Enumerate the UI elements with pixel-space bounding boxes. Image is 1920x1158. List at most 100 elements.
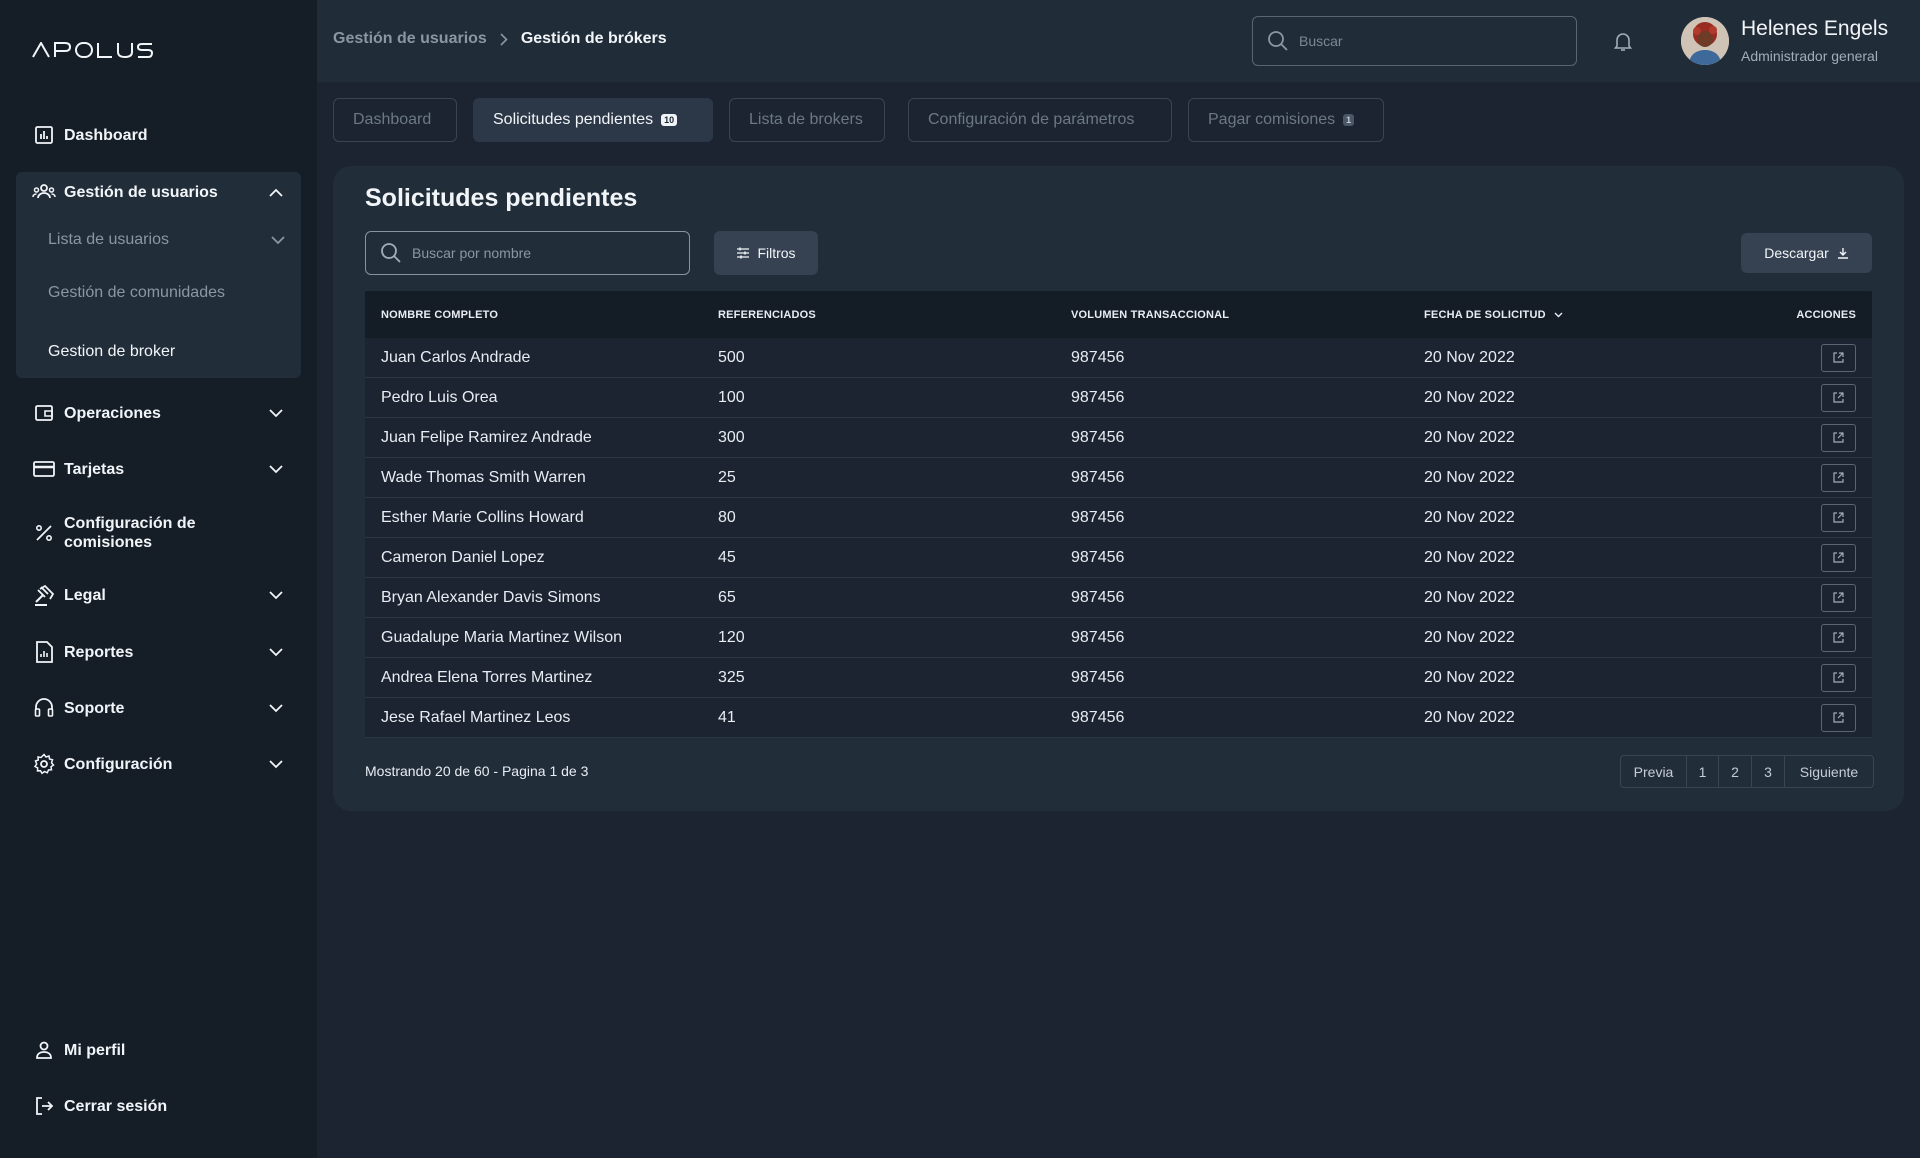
cell-date: 20 Nov 2022 — [1424, 588, 1515, 606]
cell-actions — [1777, 663, 1872, 692]
requests-table: NOMBRE COMPLETO REFERENCIADOS VOLUMEN TR… — [365, 291, 1872, 738]
open-detail-button[interactable] — [1821, 663, 1856, 692]
open-detail-button[interactable] — [1821, 583, 1856, 612]
cell-actions — [1777, 623, 1872, 652]
cell-volume: 987456 — [1071, 468, 1125, 486]
sidebar-item-user-management[interactable]: Gestión de usuarios — [16, 170, 301, 214]
cell-actions — [1777, 343, 1872, 372]
breadcrumb-parent[interactable]: Gestión de usuarios — [333, 30, 487, 48]
cell-referred: 500 — [718, 348, 745, 366]
chevron-down-icon — [267, 404, 285, 422]
table-row: Cameron Daniel Lopez 45 987456 20 Nov 2022 — [365, 538, 1872, 578]
sidebar-subitem-communities[interactable]: Gestión de comunidades — [48, 281, 225, 305]
table-header: NOMBRE COMPLETO REFERENCIADOS VOLUMEN TR… — [365, 291, 1872, 338]
sidebar-item-cards[interactable]: Tarjetas — [16, 447, 301, 491]
report-icon — [32, 640, 56, 664]
wallet-icon — [32, 401, 56, 425]
table-row: Wade Thomas Smith Warren 25 987456 20 Nov 2… — [365, 458, 1872, 498]
avatar[interactable] — [1681, 17, 1729, 65]
sidebar-item-operations[interactable]: Operaciones — [16, 391, 301, 435]
tab-broker-list[interactable]: Lista de brokers — [729, 98, 885, 142]
tab-pay-commissions[interactable]: Pagar comisiones 1 — [1188, 98, 1384, 142]
cell-referred: 25 — [718, 468, 736, 486]
apolus-logo[interactable] — [32, 42, 154, 62]
search-icon — [1267, 30, 1289, 52]
global-search[interactable] — [1252, 16, 1577, 66]
chevron-down-icon — [267, 699, 285, 717]
sidebar-subitem-label: Lista de usuarios — [48, 231, 169, 248]
sidebar-item-label: Reportes — [64, 643, 134, 661]
tab-label: Configuración de parámetros — [928, 111, 1135, 128]
table-row: Bryan Alexander Davis Simons 65 987456 20 N… — [365, 578, 1872, 618]
pagination-page-2[interactable]: 2 — [1719, 756, 1752, 787]
sidebar-subitem-user-list[interactable]: Lista de usuarios — [48, 228, 285, 252]
cell-name: Juan Felipe Ramirez Andrade — [381, 428, 592, 446]
open-detail-button[interactable] — [1821, 423, 1856, 452]
sidebar-item-settings[interactable]: Configuración — [16, 742, 301, 786]
pagination-prev[interactable]: Previa — [1621, 756, 1687, 787]
cell-date: 20 Nov 2022 — [1424, 668, 1515, 686]
tab-dashboard[interactable]: Dashboard — [333, 98, 457, 142]
sidebar-item-label: Legal — [64, 586, 106, 604]
pagination-next[interactable]: Siguiente — [1785, 756, 1873, 787]
cell-date: 20 Nov 2022 — [1424, 548, 1515, 566]
external-link-icon — [1833, 432, 1844, 443]
name-search-input[interactable] — [412, 245, 682, 261]
filters-button[interactable]: Filtros — [714, 231, 818, 275]
column-header-date-label: FECHA DE SOLICITUD — [1424, 308, 1546, 321]
tab-label: Solicitudes pendientes — [493, 111, 654, 128]
cell-volume: 987456 — [1071, 348, 1125, 366]
open-detail-button[interactable] — [1821, 503, 1856, 532]
cell-referred: 300 — [718, 428, 745, 446]
open-detail-button[interactable] — [1821, 703, 1856, 732]
cell-name: Juan Carlos Andrade — [381, 348, 531, 366]
sidebar-item-legal[interactable]: Legal — [16, 573, 301, 617]
sidebar-item-profile[interactable]: Mi perfil — [16, 1028, 301, 1072]
sidebar-item-support[interactable]: Soporte — [16, 686, 301, 730]
external-link-icon — [1833, 512, 1844, 523]
cell-referred: 45 — [718, 548, 736, 566]
cell-referred: 325 — [718, 668, 745, 686]
open-detail-button[interactable] — [1821, 543, 1856, 572]
open-detail-button[interactable] — [1821, 463, 1856, 492]
user-name: Helenes Engels — [1741, 17, 1889, 40]
cell-volume: 987456 — [1071, 548, 1125, 566]
cell-name: Jese Rafael Martinez Leos — [381, 708, 571, 726]
panel-title: Solicitudes pendientes — [365, 184, 638, 212]
column-header-date[interactable]: FECHA DE SOLICITUD — [1424, 309, 1777, 321]
chevron-up-icon — [267, 183, 285, 201]
sidebar-item-commission-config[interactable]: Configuración de comisiones — [16, 511, 301, 555]
percent-icon — [32, 521, 56, 545]
cell-volume: 987456 — [1071, 428, 1125, 446]
sidebar-subitem-broker[interactable]: Gestion de broker — [48, 340, 175, 364]
sidebar-item-reports[interactable]: Reportes — [16, 630, 301, 674]
table-row: Juan Felipe Ramirez Andrade 300 987456 20 N… — [365, 418, 1872, 458]
tab-parameter-config[interactable]: Configuración de parámetros — [908, 98, 1172, 142]
open-detail-button[interactable] — [1821, 383, 1856, 412]
sidebar-item-label: Configuración de comisiones — [64, 514, 285, 552]
tab-pending-requests[interactable]: Solicitudes pendientes 10 — [473, 98, 713, 142]
open-detail-button[interactable] — [1821, 343, 1856, 372]
sidebar-item-label: Tarjetas — [64, 460, 125, 478]
pagination-page-3[interactable]: 3 — [1752, 756, 1785, 787]
chevron-down-icon — [267, 755, 285, 773]
open-detail-button[interactable] — [1821, 623, 1856, 652]
pagination-page-1[interactable]: 1 — [1687, 756, 1719, 787]
top-header: Gestión de usuarios Gestión de brókers H… — [317, 0, 1920, 82]
download-button[interactable]: Descargar — [1741, 233, 1872, 273]
cell-name: Bryan Alexander Davis Simons — [381, 588, 601, 606]
pagination: Previa 1 2 3 Siguiente — [1620, 755, 1874, 788]
cell-name: Esther Marie Collins Howard — [381, 508, 584, 526]
bell-icon[interactable] — [1612, 30, 1634, 52]
name-search[interactable] — [365, 231, 690, 275]
cell-actions — [1777, 703, 1872, 732]
chevron-right-icon — [500, 32, 508, 46]
sidebar-item-logout[interactable]: Cerrar sesión — [16, 1084, 301, 1128]
sidebar-item-label: Operaciones — [64, 404, 161, 422]
download-icon — [1837, 247, 1849, 259]
breadcrumb: Gestión de usuarios Gestión de brókers — [333, 30, 667, 48]
global-search-input[interactable] — [1299, 33, 1549, 49]
cell-date: 20 Nov 2022 — [1424, 388, 1515, 406]
cell-actions — [1777, 463, 1872, 492]
sidebar-item-dashboard[interactable]: Dashboard — [16, 113, 301, 157]
